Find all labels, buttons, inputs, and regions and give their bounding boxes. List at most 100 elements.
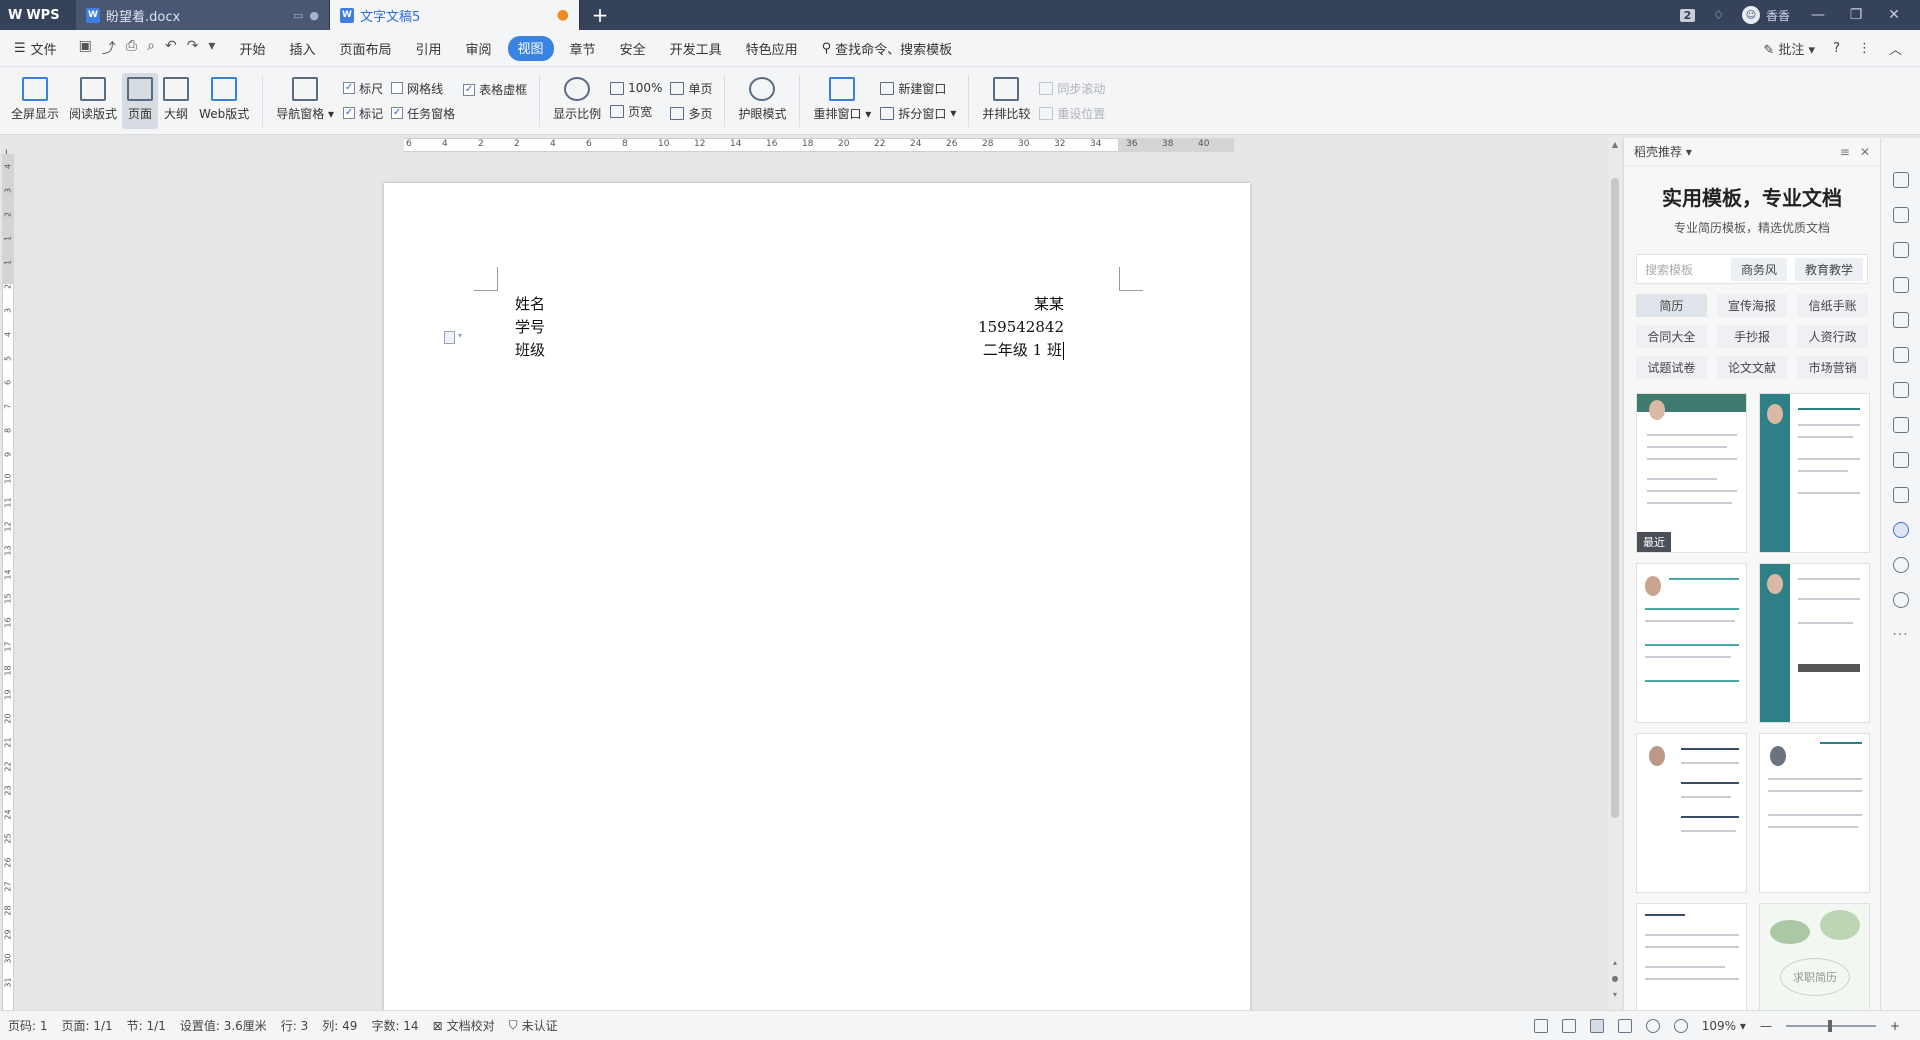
zoom-slider-knob[interactable] <box>1827 1019 1832 1032</box>
undo-icon[interactable]: ↶ <box>165 38 177 58</box>
status-pages[interactable]: 页面: 1/1 <box>62 1017 113 1034</box>
template-thumbnail[interactable] <box>1636 733 1747 893</box>
restore-icon[interactable]: ❐ <box>1846 7 1866 23</box>
page-width-button[interactable]: 页宽 <box>610 103 662 120</box>
annotate-button[interactable]: ✎ 批注 ▾ <box>1763 39 1815 58</box>
fill-icon[interactable] <box>1892 277 1909 293</box>
status-section[interactable]: 节: 1/1 <box>127 1017 166 1034</box>
web-view-icon[interactable] <box>1645 1018 1660 1033</box>
text-line[interactable]: 姓名 <box>515 293 545 316</box>
search-pill[interactable]: 教育教学 <box>1794 257 1863 281</box>
category-tag[interactable]: 合同大全 <box>1636 325 1707 348</box>
more-icon[interactable]: ··· <box>1892 627 1908 643</box>
export-icon[interactable]: ⤴ <box>102 38 116 58</box>
text-line[interactable]: 班级 <box>515 339 545 362</box>
table-icon[interactable] <box>1892 312 1909 328</box>
image-icon[interactable] <box>1892 487 1909 503</box>
outline-view-icon[interactable] <box>1617 1018 1632 1033</box>
template-thumbnail[interactable]: 求职简历 <box>1759 903 1870 1010</box>
minimize-icon[interactable]: — <box>1808 7 1828 23</box>
share-icon[interactable] <box>1892 417 1909 433</box>
right-column-text[interactable]: 某某 159542842 二年级 1 班 <box>764 293 1064 362</box>
template-thumbnail[interactable] <box>1636 903 1747 1010</box>
redo-icon[interactable]: ↷ <box>187 38 199 58</box>
page-view-button[interactable]: 页面 <box>122 72 159 129</box>
eye-mode-icon[interactable] <box>1673 1018 1688 1033</box>
left-column-text[interactable]: 姓名 学号 班级 <box>515 293 545 362</box>
proofread-button[interactable]: ⊠ 文档校对 <box>433 1017 495 1034</box>
monitor-icon[interactable]: ▭ <box>293 9 303 22</box>
shapes-icon[interactable] <box>1892 242 1909 258</box>
web-layout-button[interactable]: Web版式 <box>194 73 254 129</box>
close-icon[interactable]: ✕ <box>1884 7 1904 23</box>
scrollbar-thumb[interactable] <box>1611 178 1619 818</box>
zoom-button[interactable]: 显示比例 <box>548 73 606 129</box>
help-circle-icon[interactable] <box>1892 592 1909 608</box>
text-line[interactable]: 二年级 1 班 <box>983 341 1062 359</box>
zoom-100-button[interactable]: 100% <box>610 81 662 95</box>
document-tab-2[interactable]: W 文字文稿5 ● <box>330 0 580 30</box>
tab-page-layout[interactable]: 页面布局 <box>327 36 403 61</box>
tab-references[interactable]: 引用 <box>404 36 454 61</box>
fullscreen-button[interactable]: 全屏显示 <box>6 73 64 129</box>
pen-icon[interactable] <box>1892 172 1909 188</box>
zoom-level[interactable]: 109% ▾ <box>1702 1019 1746 1033</box>
window-count-badge[interactable]: 2 <box>1679 8 1696 22</box>
print-preview-icon[interactable]: ⌕ <box>147 38 155 58</box>
zoom-in-icon[interactable]: + <box>1890 1019 1900 1033</box>
prev-page-icon[interactable]: ▴ <box>1610 958 1620 968</box>
chevron-down-icon[interactable]: ▾ <box>458 331 462 340</box>
tab-insert[interactable]: 插入 <box>277 36 327 61</box>
cursor-icon[interactable] <box>1892 207 1909 223</box>
new-tab-button[interactable]: + <box>580 0 620 30</box>
next-page-icon[interactable]: ▾ <box>1610 990 1620 1000</box>
new-window-button[interactable]: 新建窗口 <box>880 80 956 97</box>
category-tag[interactable]: 手抄报 <box>1716 325 1788 348</box>
eye-mode-button[interactable]: 护眼模式 <box>733 73 791 129</box>
auth-status[interactable]: ⛉ 未认证 <box>509 1017 558 1034</box>
multi-page-button[interactable]: 多页 <box>670 105 712 122</box>
task-pane-checkbox[interactable]: ✓ 任务窗格 <box>391 105 455 122</box>
search-input[interactable]: 搜索模板 <box>1645 261 1723 278</box>
category-tag[interactable]: 市场营销 <box>1797 356 1868 379</box>
save-icon[interactable]: ▣ <box>79 38 92 58</box>
single-page-button[interactable]: 单页 <box>670 80 712 97</box>
category-tag[interactable]: 试题试卷 <box>1636 356 1707 379</box>
category-tag[interactable]: 简历 <box>1636 294 1707 317</box>
zoom-slider[interactable] <box>1785 1019 1876 1032</box>
template-thumbnail[interactable] <box>1759 733 1870 893</box>
skin-icon[interactable]: ♢ <box>1713 8 1724 22</box>
split-window-button[interactable]: 拆分窗口 ▾ <box>880 105 956 122</box>
reading-layout-button[interactable]: 阅读版式 <box>64 73 122 129</box>
marks-checkbox[interactable]: ✓ 标记 <box>343 105 383 122</box>
tab-chapter[interactable]: 章节 <box>558 36 608 61</box>
more-icon[interactable]: ⋮ <box>1858 41 1871 56</box>
gridlines-checkbox[interactable]: 网格线 <box>391 80 455 97</box>
file-menu[interactable]: ☰ 文件 <box>0 39 67 58</box>
tab-security[interactable]: 安全 <box>608 36 658 61</box>
tab-review[interactable]: 审阅 <box>454 36 504 61</box>
template-thumbnail[interactable] <box>1636 563 1747 723</box>
status-page-number[interactable]: 页码: 1 <box>8 1017 48 1034</box>
text-line[interactable]: 学号 <box>515 316 545 339</box>
scroll-up-icon[interactable]: ▲ <box>1610 140 1620 150</box>
horizontal-ruler[interactable]: 6 4 2 2 4 6 8 10 12 14 16 18 20 22 24 26 28 30 32 34 36 38 40 <box>0 135 1600 154</box>
zoom-out-icon[interactable]: — <box>1760 1019 1772 1033</box>
document-canvas[interactable]: ▾ 姓名 学号 班级 某某 159542842 二年级 1 班 <box>16 154 1600 1010</box>
template-thumbnail[interactable] <box>1759 563 1870 723</box>
tab-dot-icon[interactable]: ● <box>309 9 319 22</box>
fullscreen-icon[interactable] <box>1533 1018 1548 1033</box>
category-tag[interactable]: 人资行政 <box>1797 325 1868 348</box>
text-line[interactable]: 某某 <box>764 293 1064 316</box>
unsaved-dot-icon[interactable]: ● <box>557 7 569 23</box>
page-view-icon[interactable] <box>1589 1018 1604 1033</box>
wps-logo[interactable]: W WPS <box>0 0 76 30</box>
category-tag[interactable]: 信纸手账 <box>1797 294 1868 317</box>
table-gridlines-checkbox[interactable]: ✓ 表格虚框 <box>463 81 527 98</box>
outline-view-button[interactable]: 大纲 <box>158 73 194 129</box>
customize-qat-icon[interactable]: ▾ <box>208 38 215 58</box>
category-tag[interactable]: 宣传海报 <box>1716 294 1788 317</box>
status-word-count[interactable]: 字数: 14 <box>371 1017 418 1034</box>
user-account[interactable]: ☺ 香香 <box>1741 6 1790 24</box>
tab-developer[interactable]: 开发工具 <box>658 36 734 61</box>
